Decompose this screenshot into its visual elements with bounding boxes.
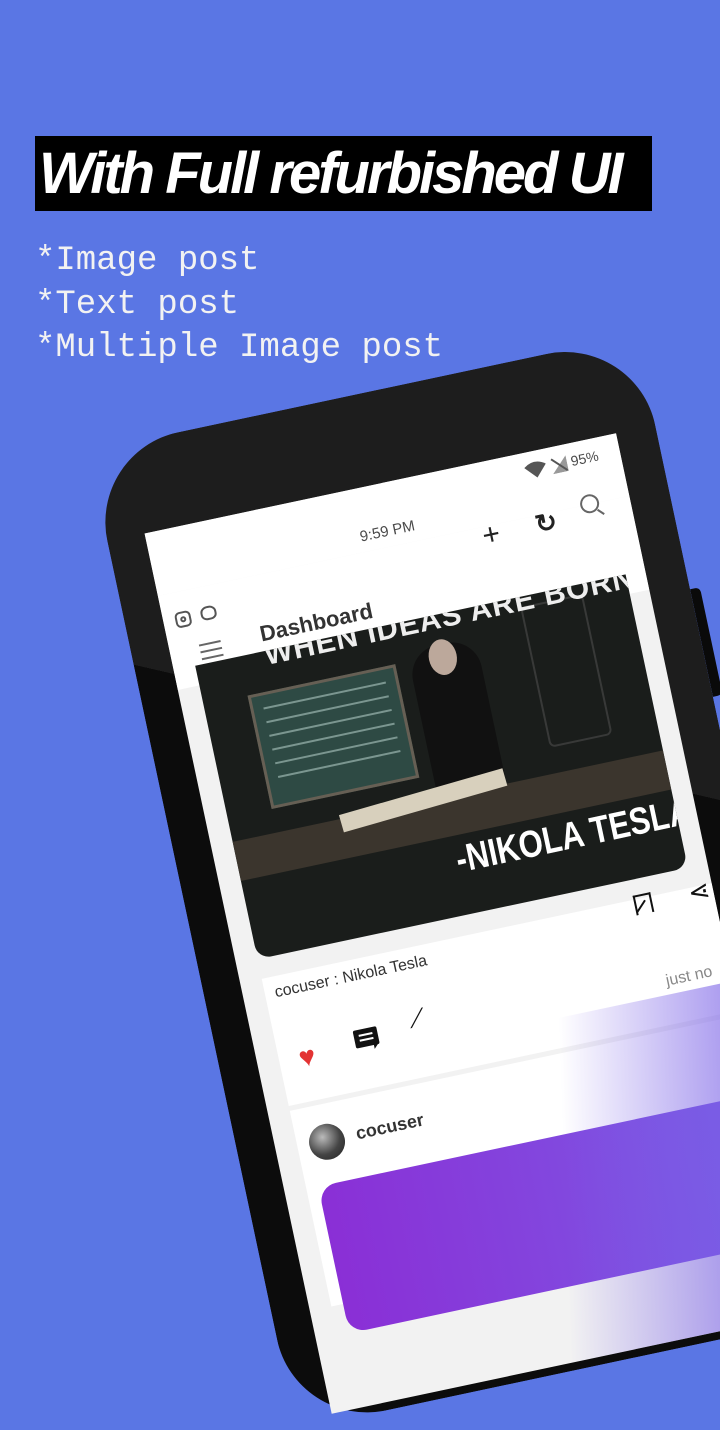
feature-item: *Text post: [35, 285, 240, 324]
post-time: just no: [664, 963, 714, 990]
signal-icon: [550, 455, 569, 475]
trending-icon[interactable]: ⟋: [406, 1004, 428, 1035]
status-time: 9:59 PM: [358, 517, 417, 546]
phone-screen: 95% 9:59 PM + ↻ Dashboard WHEN IDEAS ARE…: [144, 433, 720, 1414]
menu-icon[interactable]: [198, 640, 224, 661]
add-post-icon[interactable]: +: [479, 517, 503, 553]
share-icon[interactable]: ⋖: [685, 874, 713, 909]
feature-list: *Image post *Text post *Multiple Image p…: [35, 240, 455, 371]
promo-headline: With Full refurbished UI: [35, 136, 652, 211]
battery-level: 95%: [569, 447, 600, 470]
post-caption: cocuser : Nikola Tesla: [273, 952, 429, 1002]
wifi-icon: [524, 461, 546, 478]
bookmark-icon[interactable]: [632, 892, 655, 916]
refresh-icon[interactable]: ↻: [532, 506, 560, 540]
lab-equipment: [520, 593, 613, 748]
heart-icon[interactable]: ♥: [296, 1040, 319, 1075]
post-username[interactable]: cocuser: [354, 1109, 426, 1144]
avatar[interactable]: [305, 1120, 349, 1164]
feature-item: *Image post: [35, 242, 260, 280]
comment-icon[interactable]: [352, 1026, 380, 1049]
bear-icon[interactable]: [199, 604, 218, 622]
instagram-icon[interactable]: [173, 609, 193, 629]
chalkboard: [247, 664, 420, 810]
feature-item: *Multiple Image post: [35, 329, 444, 367]
